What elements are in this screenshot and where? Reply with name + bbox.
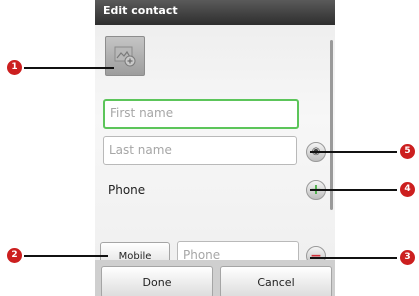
cancel-button[interactable]: Cancel xyxy=(220,266,332,296)
callout-badge-1: 1 xyxy=(7,60,22,75)
done-button[interactable]: Done xyxy=(101,266,213,296)
callout-badge-2: 2 xyxy=(7,248,22,263)
callout-line-4 xyxy=(310,189,397,191)
contact-photo-icon[interactable] xyxy=(105,36,145,76)
callout-line-3 xyxy=(310,257,397,259)
callout-badge-5: 5 xyxy=(400,144,415,159)
last-name-placeholder: Last name xyxy=(109,143,172,157)
callout-line-1 xyxy=(24,67,114,69)
phone-section-label: Phone xyxy=(108,183,146,197)
title-bar: Edit contact xyxy=(95,0,335,25)
last-name-field[interactable]: Last name xyxy=(103,136,297,165)
first-name-field[interactable]: First name xyxy=(103,99,299,129)
screen-title: Edit contact xyxy=(103,4,178,17)
first-name-placeholder: First name xyxy=(110,106,174,120)
callout-badge-4: 4 xyxy=(400,182,415,197)
callout-line-5 xyxy=(310,151,397,153)
callout-badge-3: 3 xyxy=(400,250,415,265)
callout-line-2 xyxy=(24,255,108,257)
scrollbar[interactable] xyxy=(330,40,333,210)
edit-contact-screen: Edit contact First name Last name ◉ Phon… xyxy=(95,0,335,296)
